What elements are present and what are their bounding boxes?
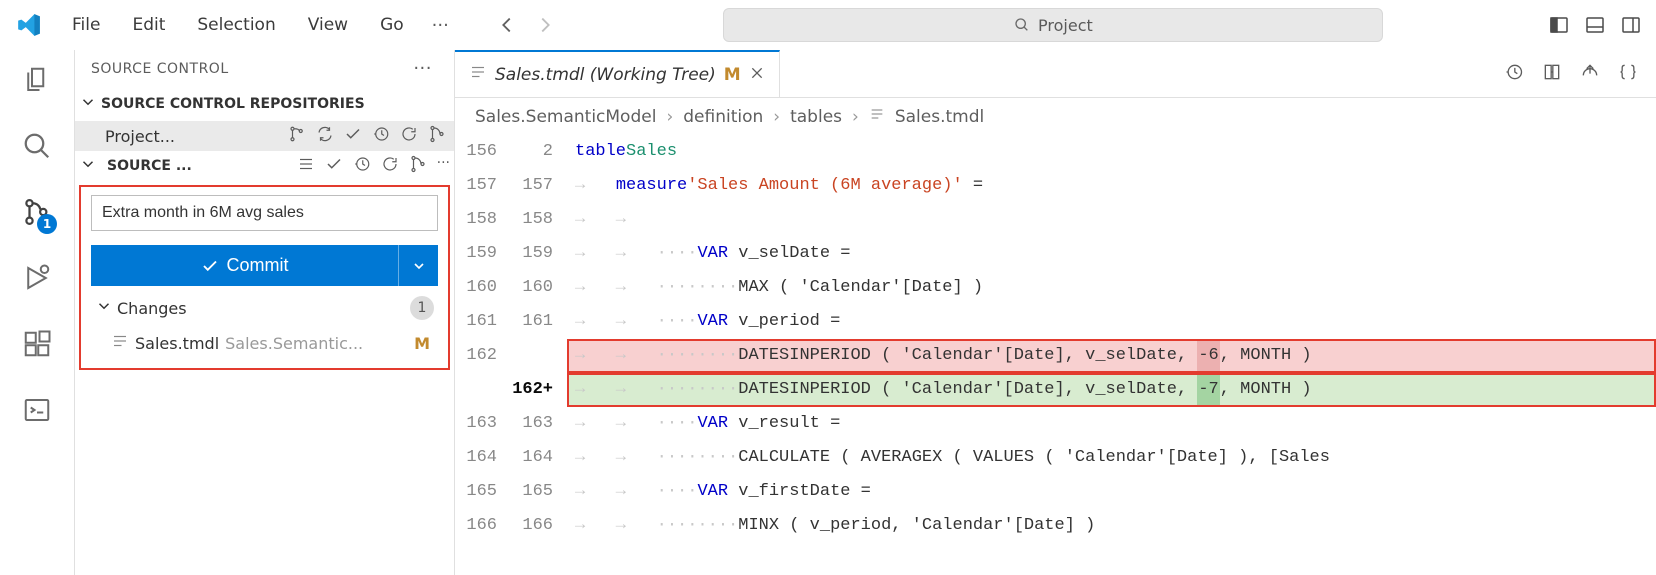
changed-file-name: Sales.tmdl [135, 334, 219, 353]
tab-file-icon [469, 63, 487, 86]
section-source-control[interactable]: SOURCE ... ··· [75, 151, 454, 181]
upload-icon[interactable] [1580, 62, 1600, 86]
modified-badge: M [414, 334, 434, 353]
titlebar: File Edit Selection View Go ··· Project [0, 0, 1656, 50]
nav-back-icon[interactable] [493, 11, 521, 39]
source-control-icon[interactable]: 1 [19, 194, 55, 230]
breadcrumb-part[interactable]: tables [790, 107, 842, 127]
repo-name: Project... [105, 127, 280, 146]
command-center-input[interactable]: Project [723, 8, 1383, 42]
branch-icon[interactable] [288, 125, 306, 147]
activity-bar: 1 [0, 50, 75, 575]
changes-section[interactable]: Changes 1 [91, 286, 438, 326]
menu-go[interactable]: Go [366, 9, 418, 41]
tab-title: Sales.tmdl (Working Tree) [495, 65, 716, 85]
graph-icon[interactable] [428, 125, 446, 147]
commit-panel: Commit Changes 1 Sales.tmdl Sales.Semant… [79, 185, 450, 370]
changes-count-badge: 1 [410, 296, 434, 320]
nav-arrows [493, 11, 559, 39]
run-debug-icon[interactable] [19, 260, 55, 296]
toggle-panel-icon[interactable] [1584, 14, 1606, 36]
sc-actions: ··· [297, 155, 450, 177]
sidebar-title: SOURCE CONTROL [91, 61, 229, 77]
breadcrumb-part[interactable]: Sales.SemanticModel [475, 107, 656, 127]
chevron-down-icon [411, 258, 427, 274]
sync-icon[interactable] [316, 125, 334, 147]
editor-actions [1504, 62, 1656, 86]
commit-button-label: Commit [227, 255, 289, 276]
sidebar: SOURCE CONTROL ··· SOURCE CONTROL REPOSI… [75, 50, 455, 575]
command-center: Project [583, 8, 1524, 42]
commit-dropdown-button[interactable] [398, 245, 438, 286]
changed-file-path: Sales.Semantic... [225, 334, 408, 353]
terminal-icon[interactable] [19, 392, 55, 428]
changed-file-row[interactable]: Sales.tmdl Sales.Semantic... M [91, 326, 438, 360]
history-icon[interactable] [353, 155, 371, 177]
sidebar-header-more-icon[interactable]: ··· [407, 58, 438, 79]
braces-icon[interactable] [1618, 62, 1638, 86]
check-icon[interactable] [344, 125, 362, 147]
repo-row[interactable]: Project... [75, 121, 454, 151]
search-icon[interactable] [19, 128, 55, 164]
menu-view[interactable]: View [294, 9, 362, 41]
refresh-icon[interactable] [381, 155, 399, 177]
toggle-secondary-sidebar-icon[interactable] [1620, 14, 1642, 36]
gutter-old: 156 157 158 159 160 161 162 163 164 165 … [455, 135, 503, 575]
commit-button[interactable]: Commit [91, 245, 398, 286]
breadcrumb-part[interactable]: definition [683, 107, 763, 127]
timeline-icon[interactable] [1504, 62, 1524, 86]
tab-close-icon[interactable] [749, 65, 765, 85]
chevron-down-icon [79, 93, 97, 115]
breadcrumb[interactable]: Sales.SemanticModel › definition › table… [455, 98, 1656, 135]
commit-message-input[interactable] [91, 195, 438, 231]
extensions-icon[interactable] [19, 326, 55, 362]
compare-icon[interactable] [1542, 62, 1562, 86]
menu-overflow-icon[interactable]: ··· [422, 9, 459, 42]
chevron-right-icon: › [852, 107, 859, 127]
menu-edit[interactable]: Edit [118, 9, 179, 41]
repo-actions [288, 125, 446, 147]
file-icon [111, 332, 129, 354]
breadcrumb-part[interactable]: Sales.tmdl [895, 107, 984, 127]
sidebar-header: SOURCE CONTROL ··· [75, 50, 454, 87]
refresh-icon[interactable] [400, 125, 418, 147]
file-icon [869, 106, 885, 127]
chevron-down-icon [79, 155, 97, 177]
menu-selection[interactable]: Selection [183, 9, 289, 41]
menu-file[interactable]: File [58, 9, 114, 41]
more-icon[interactable]: ··· [437, 155, 450, 177]
chevron-right-icon: › [773, 107, 780, 127]
changes-label: Changes [113, 299, 410, 318]
search-icon [1014, 17, 1030, 33]
code-content[interactable]: table Sales → measure 'Sales Amount (6M … [567, 135, 1656, 575]
nav-forward-icon[interactable] [531, 11, 559, 39]
command-center-text: Project [1038, 16, 1093, 35]
commit-check-icon[interactable] [325, 155, 343, 177]
gutter-new: 2 157 158 159 160 161 162+ 163 164 165 1… [503, 135, 567, 575]
check-icon [201, 257, 219, 275]
section-repositories[interactable]: SOURCE CONTROL REPOSITORIES [75, 87, 454, 121]
explorer-icon[interactable] [19, 62, 55, 98]
tab-bar: Sales.tmdl (Working Tree) M [455, 50, 1656, 98]
graph-icon[interactable] [409, 155, 427, 177]
chevron-right-icon: › [666, 107, 673, 127]
tab-sales-tmdl[interactable]: Sales.tmdl (Working Tree) M [455, 50, 780, 97]
section-repos-label: SOURCE CONTROL REPOSITORIES [101, 96, 365, 112]
tab-modified-badge: M [724, 65, 741, 85]
layout-controls [1548, 14, 1642, 36]
code-editor[interactable]: 156 157 158 159 160 161 162 163 164 165 … [455, 135, 1656, 575]
scm-badge: 1 [37, 214, 57, 234]
toggle-primary-sidebar-icon[interactable] [1548, 14, 1570, 36]
section-sc-label: SOURCE ... [107, 158, 291, 174]
history-icon[interactable] [372, 125, 390, 147]
editor: Sales.tmdl (Working Tree) M Sales.Semant… [455, 50, 1656, 575]
chevron-down-icon [95, 297, 113, 319]
vscode-logo-icon [16, 12, 42, 38]
view-as-tree-icon[interactable] [297, 155, 315, 177]
